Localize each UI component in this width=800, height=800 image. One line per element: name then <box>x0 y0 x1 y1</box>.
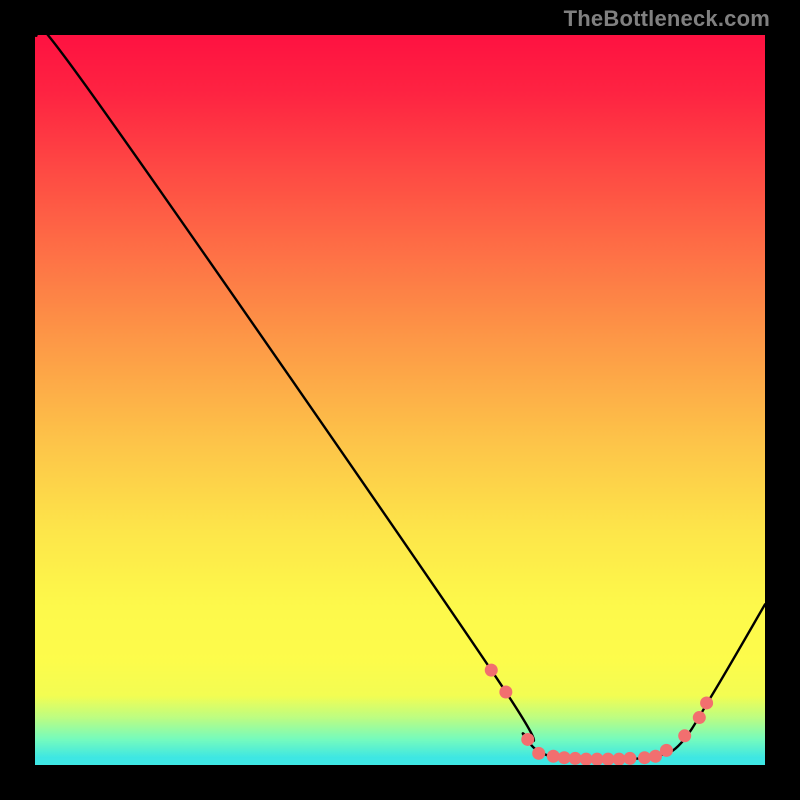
chart-plot-area <box>35 35 765 765</box>
watermark-text: TheBottleneck.com <box>564 6 770 32</box>
chart-background-gradient <box>35 35 765 765</box>
